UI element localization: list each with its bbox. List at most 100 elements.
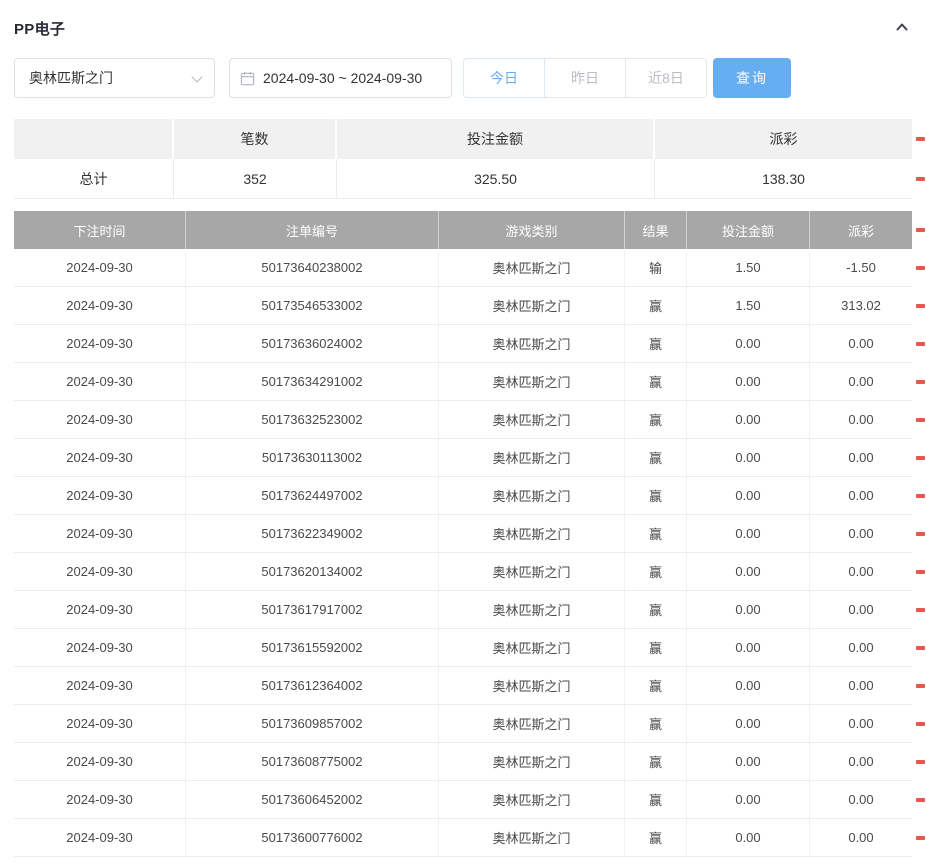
payout-cell: 0.00: [810, 477, 912, 515]
result-cell: 赢: [625, 591, 687, 629]
query-button[interactable]: 查询: [713, 58, 791, 98]
table-row: 2024-09-30 50173617917002 奥林匹斯之门 赢 0.00 …: [14, 591, 912, 629]
result-cell: 赢: [625, 363, 687, 401]
bet-id-cell: 50173609857002: [186, 705, 439, 743]
summary-table: 笔数 投注金额 派彩 总计 352 325.50 138.30: [14, 119, 912, 199]
table-row: 2024-09-30 50173612364002 奥林匹斯之门 赢 0.00 …: [14, 667, 912, 705]
result-cell: 赢: [625, 439, 687, 477]
bet-amount-cell: 0.00: [687, 819, 810, 857]
betting-records-panel: PP电子 奥林匹斯之门 2024-09-30 ~ 2: [0, 0, 926, 857]
records-table: 下注时间 注单编号 游戏类别 结果 投注金额 派彩 2024-09-30 501…: [14, 211, 912, 857]
game-category-cell: 奥林匹斯之门: [439, 515, 625, 553]
payout-cell: 0.00: [810, 819, 912, 857]
table-row: 2024-09-30 50173606452002 奥林匹斯之门 赢 0.00 …: [14, 781, 912, 819]
game-category-cell: 奥林匹斯之门: [439, 363, 625, 401]
bet-amount-cell: 0.00: [687, 439, 810, 477]
table-row: 2024-09-30 50173609857002 奥林匹斯之门 赢 0.00 …: [14, 705, 912, 743]
result-cell: 赢: [625, 743, 687, 781]
bet-time-cell: 2024-09-30: [14, 287, 186, 325]
bet-id-cell: 50173612364002: [186, 667, 439, 705]
payout-cell: 313.02: [810, 287, 912, 325]
result-cell: 赢: [625, 667, 687, 705]
bet-time-cell: 2024-09-30: [14, 553, 186, 591]
summary-total-bet-amount: 325.50: [337, 159, 655, 199]
bet-time-cell: 2024-09-30: [14, 439, 186, 477]
bet-time-cell: 2024-09-30: [14, 477, 186, 515]
bet-amount-cell: 1.50: [687, 249, 810, 287]
bet-amount-cell: 0.00: [687, 705, 810, 743]
summary-header-bet-amount: 投注金额: [337, 119, 655, 159]
result-cell: 赢: [625, 819, 687, 857]
bet-amount-cell: 0.00: [687, 401, 810, 439]
bet-id-cell: 50173600776002: [186, 819, 439, 857]
table-row: 2024-09-30 50173636024002 奥林匹斯之门 赢 0.00 …: [14, 325, 912, 363]
result-cell: 赢: [625, 705, 687, 743]
table-row: 2024-09-30 50173608775002 奥林匹斯之门 赢 0.00 …: [14, 743, 912, 781]
game-select[interactable]: 奥林匹斯之门: [14, 58, 215, 98]
result-cell: 赢: [625, 401, 687, 439]
game-category-cell: 奥林匹斯之门: [439, 781, 625, 819]
game-category-cell: 奥林匹斯之门: [439, 287, 625, 325]
collapse-panel-button[interactable]: [892, 17, 912, 40]
table-row: 2024-09-30 50173620134002 奥林匹斯之门 赢 0.00 …: [14, 553, 912, 591]
payout-cell: 0.00: [810, 363, 912, 401]
bet-time-cell: 2024-09-30: [14, 401, 186, 439]
table-row: 2024-09-30 50173622349002 奥林匹斯之门 赢 0.00 …: [14, 515, 912, 553]
summary-total-payout: 138.30: [655, 159, 912, 199]
table-row: 2024-09-30 50173615592002 奥林匹斯之门 赢 0.00 …: [14, 629, 912, 667]
bet-id-cell: 50173622349002: [186, 515, 439, 553]
payout-cell: 0.00: [810, 401, 912, 439]
bet-amount-cell: 0.00: [687, 363, 810, 401]
panel-header: PP电子: [14, 14, 912, 42]
table-row: 2024-09-30 50173640238002 奥林匹斯之门 输 1.50 …: [14, 249, 912, 287]
payout-cell: 0.00: [810, 591, 912, 629]
bet-time-cell: 2024-09-30: [14, 781, 186, 819]
quick-range-button[interactable]: 昨日: [544, 58, 626, 98]
bet-amount-cell: 0.00: [687, 781, 810, 819]
bet-amount-cell: 0.00: [687, 325, 810, 363]
bet-id-cell: 50173620134002: [186, 553, 439, 591]
payout-cell: 0.00: [810, 629, 912, 667]
calendar-icon: [240, 71, 255, 86]
game-category-cell: 奥林匹斯之门: [439, 249, 625, 287]
date-range-picker[interactable]: 2024-09-30 ~ 2024-09-30: [229, 58, 452, 98]
bet-amount-cell: 0.00: [687, 477, 810, 515]
game-category-cell: 奥林匹斯之门: [439, 439, 625, 477]
payout-cell: 0.00: [810, 667, 912, 705]
bet-id-cell: 50173606452002: [186, 781, 439, 819]
header-result: 结果: [625, 211, 687, 249]
game-category-cell: 奥林匹斯之门: [439, 325, 625, 363]
result-cell: 赢: [625, 477, 687, 515]
result-cell: 赢: [625, 287, 687, 325]
quick-range-button[interactable]: 今日: [463, 58, 545, 98]
game-category-cell: 奥林匹斯之门: [439, 743, 625, 781]
header-game-category: 游戏类别: [439, 211, 625, 249]
bet-amount-cell: 0.00: [687, 591, 810, 629]
bet-id-cell: 50173617917002: [186, 591, 439, 629]
summary-total-count: 352: [174, 159, 337, 199]
bet-id-cell: 50173624497002: [186, 477, 439, 515]
header-payout: 派彩: [810, 211, 912, 249]
bet-id-cell: 50173630113002: [186, 439, 439, 477]
bet-time-cell: 2024-09-30: [14, 515, 186, 553]
bet-id-cell: 50173640238002: [186, 249, 439, 287]
chevron-down-icon: [191, 71, 202, 82]
bet-time-cell: 2024-09-30: [14, 667, 186, 705]
quick-range-button[interactable]: 近8日: [625, 58, 707, 98]
bet-id-cell: 50173608775002: [186, 743, 439, 781]
payout-cell: 0.00: [810, 743, 912, 781]
bet-id-cell: 50173636024002: [186, 325, 439, 363]
header-bet-id: 注单编号: [186, 211, 439, 249]
panel-title: PP电子: [14, 18, 65, 39]
table-row: 2024-09-30 50173624497002 奥林匹斯之门 赢 0.00 …: [14, 477, 912, 515]
records-header-row: 下注时间 注单编号 游戏类别 结果 投注金额 派彩: [14, 211, 912, 249]
result-cell: 赢: [625, 515, 687, 553]
game-select-value: 奥林匹斯之门: [29, 68, 113, 88]
bet-time-cell: 2024-09-30: [14, 705, 186, 743]
bet-time-cell: 2024-09-30: [14, 325, 186, 363]
game-category-cell: 奥林匹斯之门: [439, 553, 625, 591]
bet-time-cell: 2024-09-30: [14, 363, 186, 401]
summary-header-blank: [14, 119, 174, 159]
bet-id-cell: 50173632523002: [186, 401, 439, 439]
payout-cell: 0.00: [810, 553, 912, 591]
